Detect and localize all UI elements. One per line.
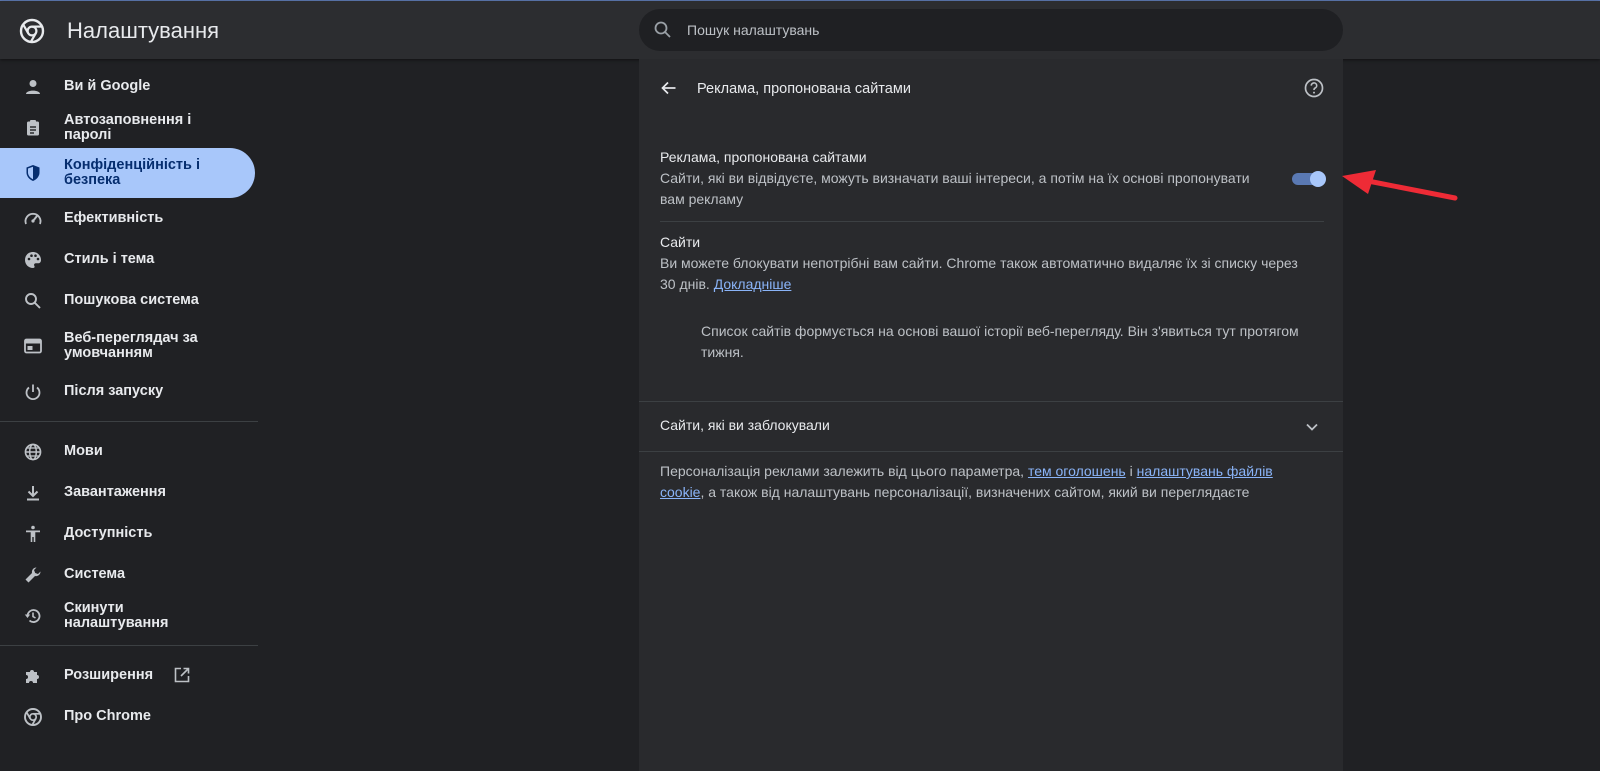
sidebar-item-label: Про Chrome (64, 708, 151, 724)
browser-icon (24, 338, 42, 354)
palette-icon (25, 251, 41, 268)
chevron-down-icon (1306, 423, 1318, 431)
sidebar-item-appearance[interactable]: Стиль і тема (0, 239, 258, 280)
shield-icon (26, 165, 40, 181)
sidebar-item-downloads[interactable]: Завантаження (0, 472, 258, 513)
sites-empty-state: Список сайтів формується на основі вашої… (701, 321, 1301, 363)
blocked-sites-expander[interactable]: Сайти, які ви заблокували (639, 402, 1343, 450)
footer-note: Персоналізація реклами залежить від цьог… (660, 461, 1300, 503)
sidebar-item-label: Конфіденційність і безпека (64, 157, 200, 188)
help-icon[interactable] (1303, 77, 1325, 99)
settings-panel: Реклама, пропонована сайтами Реклама, пр… (639, 59, 1343, 771)
clipboard-icon (27, 119, 39, 135)
ad-topics-link[interactable]: тем оголошень (1028, 463, 1126, 479)
sidebar-item-label: Завантаження (64, 484, 166, 500)
sidebar-item-search-engine[interactable]: Пошукова система (0, 280, 258, 321)
sidebar-item-label: Стиль і тема (64, 251, 155, 267)
accessibility-icon (26, 525, 40, 542)
setting-title: Реклама, пропонована сайтами (660, 149, 867, 165)
sidebar-item-label: Ефективність (64, 210, 164, 226)
sidebar-item-privacy[interactable]: Конфіденційність і безпека (0, 148, 255, 198)
sidebar-item-label: Веб-переглядач за умовчанням (64, 330, 198, 361)
sidebar: Ви й Google Автозаповнення і паролі Конф… (0, 66, 258, 737)
search-box[interactable] (639, 9, 1343, 51)
sidebar-item-label: Ви й Google (64, 78, 151, 94)
globe-icon (24, 443, 42, 460)
sites-empty-message: Список сайтів формується на основі вашої… (701, 323, 1299, 360)
sidebar-item-on-startup[interactable]: Після запуску (0, 371, 258, 412)
chrome-icon (24, 707, 42, 726)
search-icon (654, 21, 671, 38)
footer-text: Персоналізація реклами залежить від цьог… (660, 463, 1273, 500)
toggle-knob (1310, 171, 1326, 187)
sidebar-item-label: Автозаповнення і паролі (64, 111, 192, 143)
sidebar-item-label: Система (64, 566, 126, 582)
learn-more-link[interactable]: Докладніше (714, 276, 792, 292)
section-divider (660, 221, 1324, 222)
page-title: Реклама, пропонована сайтами (697, 81, 911, 97)
chrome-logo-icon (19, 18, 45, 44)
sidebar-item-default-browser[interactable]: Веб-переглядач за умовчанням (0, 321, 258, 371)
sites-description: Ви можете блокувати непотрібні вам сайти… (660, 255, 1298, 292)
sidebar-item-label: Пошукова система (64, 292, 199, 308)
sidebar-item-label: Доступність (64, 525, 153, 541)
wrench-icon (25, 566, 41, 582)
sidebar-item-performance[interactable]: Ефективність (0, 198, 258, 239)
setting-description: Сайти, які ви відвідуєте, можуть визнача… (660, 170, 1250, 207)
search-input[interactable] (687, 9, 1327, 51)
open-in-new-icon[interactable] (173, 666, 191, 684)
sidebar-item-reset[interactable]: Скинути налаштування (0, 595, 258, 636)
sites-title: Сайти (660, 234, 701, 250)
section-divider (639, 451, 1343, 452)
sidebar-item-autofill[interactable]: Автозаповнення і паролі (0, 107, 258, 148)
sidebar-item-label: Скинути налаштування (64, 599, 169, 631)
sidebar-divider (0, 421, 258, 422)
blocked-sites-label: Сайти, які ви заблокували (660, 417, 830, 433)
sidebar-item-extensions[interactable]: Розширення (0, 655, 258, 696)
person-icon (26, 79, 40, 94)
speedometer-icon (24, 212, 42, 224)
back-arrow-icon[interactable] (659, 78, 679, 98)
sidebar-item-label: Мови (64, 443, 103, 459)
sidebar-item-about-chrome[interactable]: Про Chrome (0, 696, 258, 737)
sidebar-item-label: Після запуску (64, 383, 164, 399)
sites-section: Сайти Ви можете блокувати непотрібні вам… (660, 232, 1300, 295)
annotation-arrow-icon (1342, 170, 1458, 201)
sidebar-divider (0, 645, 258, 646)
restore-icon (24, 608, 41, 623)
app-title: Налаштування (67, 18, 220, 43)
search-icon (25, 292, 41, 309)
power-icon (25, 384, 41, 400)
site-suggested-ads-setting: Реклама, пропонована сайтами Сайти, які … (660, 147, 1260, 210)
puzzle-icon (26, 669, 39, 683)
settings-header: Налаштування (0, 1, 1600, 59)
sidebar-item-label: Розширення (64, 667, 154, 683)
sidebar-item-languages[interactable]: Мови (0, 431, 258, 472)
site-suggested-ads-toggle[interactable] (1292, 168, 1328, 190)
download-icon (27, 485, 39, 500)
sidebar-item-you-and-google[interactable]: Ви й Google (0, 66, 258, 107)
sidebar-item-system[interactable]: Система (0, 554, 258, 595)
sidebar-item-accessibility[interactable]: Доступність (0, 513, 258, 554)
